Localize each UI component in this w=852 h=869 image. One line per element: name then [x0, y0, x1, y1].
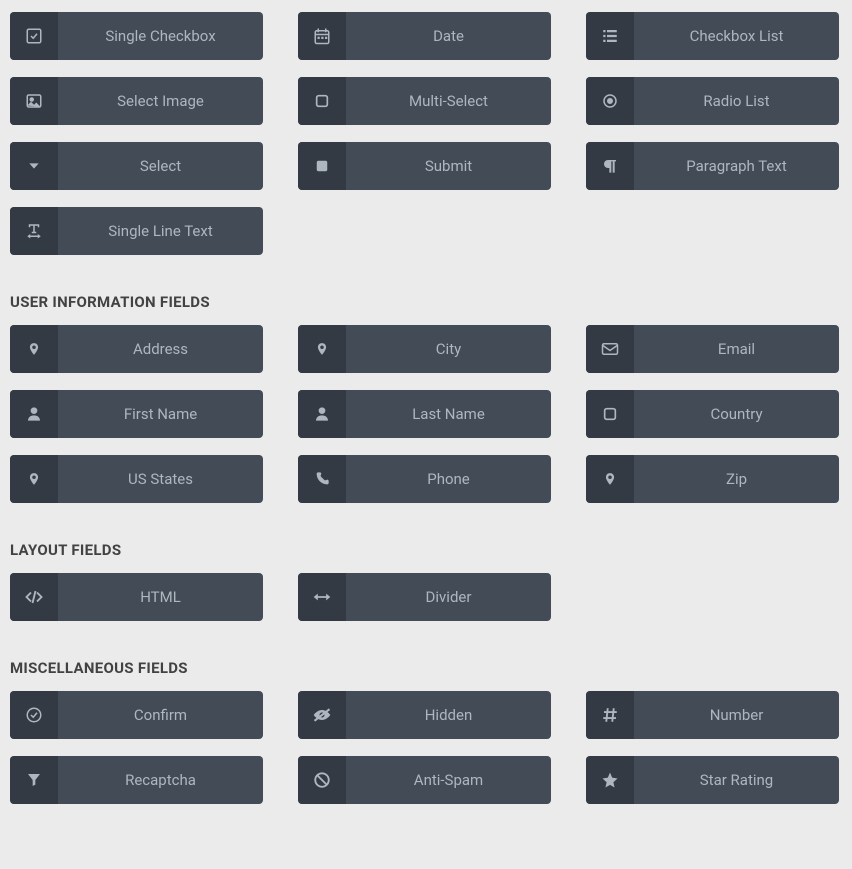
miscellaneous-fields-heading: MISCELLANEOUS FIELDS — [10, 659, 842, 677]
field-select[interactable]: Select — [10, 142, 263, 190]
user-icon — [10, 390, 58, 438]
field-label: Anti-Spam — [346, 756, 551, 804]
top-fields-grid: Single Checkbox Date Checkbox List Select I… — [10, 12, 842, 255]
field-phone[interactable]: Phone — [298, 455, 551, 503]
field-divider[interactable]: Divider — [298, 573, 551, 621]
field-label: Star Rating — [634, 756, 839, 804]
field-country[interactable]: Country — [586, 390, 839, 438]
chevron-down-icon — [10, 142, 58, 190]
field-city[interactable]: City — [298, 325, 551, 373]
layout-fields-heading: LAYOUT FIELDS — [10, 541, 842, 559]
field-us-states[interactable]: US States — [10, 455, 263, 503]
image-icon — [10, 77, 58, 125]
field-label: Phone — [346, 455, 551, 503]
square-outline-icon — [298, 77, 346, 125]
field-zip[interactable]: Zip — [586, 455, 839, 503]
field-label: Confirm — [58, 691, 263, 739]
map-marker-icon — [298, 325, 346, 373]
field-address[interactable]: Address — [10, 325, 263, 373]
square-outline-icon — [586, 390, 634, 438]
phone-icon — [298, 455, 346, 503]
field-label: Checkbox List — [634, 12, 839, 60]
envelope-icon — [586, 325, 634, 373]
field-label: First Name — [58, 390, 263, 438]
field-number[interactable]: Number — [586, 691, 839, 739]
field-label: Date — [346, 12, 551, 60]
field-first-name[interactable]: First Name — [10, 390, 263, 438]
check-circle-icon — [10, 691, 58, 739]
field-select-image[interactable]: Select Image — [10, 77, 263, 125]
field-label: Hidden — [346, 691, 551, 739]
field-label: Recaptcha — [58, 756, 263, 804]
field-email[interactable]: Email — [586, 325, 839, 373]
fields-grid: Confirm Hidden Number Recaptcha Anti-Spam Sta… — [10, 691, 842, 804]
ban-icon — [298, 756, 346, 804]
code-icon — [10, 573, 58, 621]
radio-dot-icon — [586, 77, 634, 125]
check-square-icon — [10, 12, 58, 60]
field-single-checkbox[interactable]: Single Checkbox — [10, 12, 263, 60]
field-checkbox-list[interactable]: Checkbox List — [586, 12, 839, 60]
field-anti-spam[interactable]: Anti-Spam — [298, 756, 551, 804]
field-multi-select[interactable]: Multi-Select — [298, 77, 551, 125]
field-date[interactable]: Date — [298, 12, 551, 60]
field-label: HTML — [58, 573, 263, 621]
text-width-icon — [10, 207, 58, 255]
field-confirm[interactable]: Confirm — [10, 691, 263, 739]
field-label: Select — [58, 142, 263, 190]
fields-grid: Address City Email First Name Last Name Count… — [10, 325, 842, 503]
field-single-line-text[interactable]: Single Line Text — [10, 207, 263, 255]
map-marker-icon — [10, 455, 58, 503]
field-label: Radio List — [634, 77, 839, 125]
field-label: Last Name — [346, 390, 551, 438]
calendar-icon — [298, 12, 346, 60]
field-label: Divider — [346, 573, 551, 621]
fields-grid: HTML Divider — [10, 573, 842, 621]
arrows-h-icon — [298, 573, 346, 621]
paragraph-icon — [586, 142, 634, 190]
field-label: Number — [634, 691, 839, 739]
field-label: Country — [634, 390, 839, 438]
field-label: Single Line Text — [58, 207, 263, 255]
field-label: US States — [58, 455, 263, 503]
field-label: Zip — [634, 455, 839, 503]
field-hidden[interactable]: Hidden — [298, 691, 551, 739]
field-html[interactable]: HTML — [10, 573, 263, 621]
field-label: City — [346, 325, 551, 373]
eye-slash-icon — [298, 691, 346, 739]
map-marker-icon — [10, 325, 58, 373]
hash-icon — [586, 691, 634, 739]
field-recaptcha[interactable]: Recaptcha — [10, 756, 263, 804]
list-icon — [586, 12, 634, 60]
field-label: Paragraph Text — [634, 142, 839, 190]
field-label: Email — [634, 325, 839, 373]
field-radio-list[interactable]: Radio List — [586, 77, 839, 125]
field-last-name[interactable]: Last Name — [298, 390, 551, 438]
field-paragraph-text[interactable]: Paragraph Text — [586, 142, 839, 190]
square-filled-icon — [298, 142, 346, 190]
field-star-rating[interactable]: Star Rating — [586, 756, 839, 804]
star-icon — [586, 756, 634, 804]
field-label: Single Checkbox — [58, 12, 263, 60]
user-icon — [298, 390, 346, 438]
field-label: Multi-Select — [346, 77, 551, 125]
field-label: Address — [58, 325, 263, 373]
map-marker-icon — [586, 455, 634, 503]
field-label: Submit — [346, 142, 551, 190]
field-label: Select Image — [58, 77, 263, 125]
user-information-fields-heading: USER INFORMATION FIELDS — [10, 293, 842, 311]
field-submit[interactable]: Submit — [298, 142, 551, 190]
filter-icon — [10, 756, 58, 804]
